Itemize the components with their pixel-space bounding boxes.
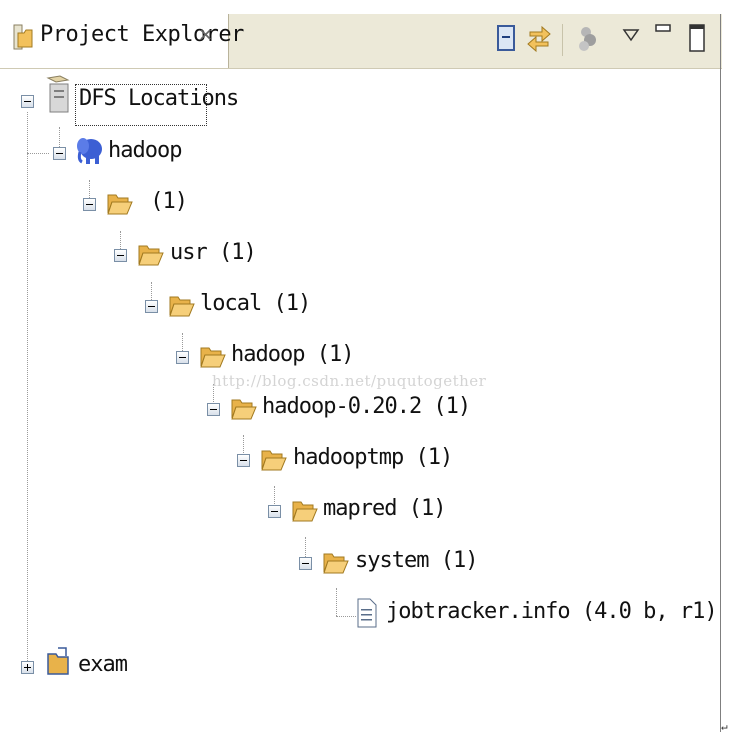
collapse-toggle[interactable] bbox=[83, 198, 96, 211]
corner-mark: ↵ bbox=[721, 720, 728, 733]
file-icon bbox=[357, 598, 377, 628]
project-folder-icon bbox=[47, 647, 69, 675]
watermark-text: http://blog.csdn.net/puqutogether bbox=[212, 372, 487, 390]
folder-open-icon bbox=[292, 501, 318, 522]
collapse-all-icon[interactable] bbox=[492, 22, 522, 54]
tree-item-mapred[interactable]: mapred (1) bbox=[0, 496, 446, 532]
minimize-icon[interactable] bbox=[650, 22, 680, 54]
collapse-toggle[interactable] bbox=[53, 147, 66, 160]
folder-open-icon bbox=[231, 399, 257, 420]
tree-item-jobtracker-info[interactable]: jobtracker.info (4.0 b, r1) bbox=[0, 598, 718, 635]
tree-item-hadoop-version[interactable]: hadoop-0.20.2 (1) bbox=[0, 394, 471, 430]
expand-toggle[interactable] bbox=[21, 661, 34, 674]
folder-open-icon bbox=[107, 194, 133, 215]
tree-item-exam[interactable]: exam bbox=[0, 647, 160, 688]
tree-item-usr[interactable]: usr (1) bbox=[0, 240, 260, 276]
tree-item-root-folder[interactable]: (1) bbox=[0, 189, 200, 225]
tree-label: hadoop bbox=[108, 138, 182, 163]
tree-item-system[interactable]: system (1) bbox=[0, 548, 478, 584]
link-with-editor-icon[interactable] bbox=[524, 22, 554, 54]
folder-open-icon bbox=[200, 347, 226, 368]
tree-label: mapred (1) bbox=[323, 496, 446, 521]
tree-label: local (1) bbox=[200, 291, 311, 316]
close-icon[interactable]: ✕ bbox=[199, 22, 212, 47]
maximize-icon[interactable] bbox=[684, 22, 714, 54]
tree-label: (1) bbox=[138, 189, 188, 214]
view-border bbox=[720, 14, 721, 732]
tree-item-hadoop-server[interactable]: hadoop bbox=[0, 138, 200, 174]
server-icon bbox=[46, 75, 70, 113]
collapse-toggle[interactable] bbox=[207, 403, 220, 416]
tree-label: system (1) bbox=[355, 548, 478, 573]
collapse-toggle[interactable] bbox=[176, 351, 189, 364]
folder-open-icon bbox=[261, 450, 287, 471]
project-explorer-icon bbox=[13, 24, 33, 50]
folder-open-icon bbox=[323, 553, 349, 574]
tree-label: hadoop-0.20.2 (1) bbox=[262, 394, 471, 419]
elephant-icon bbox=[77, 138, 102, 164]
tree-item-hadooptmp[interactable]: hadooptmp (1) bbox=[0, 445, 453, 481]
collapse-toggle[interactable] bbox=[237, 454, 250, 467]
view-title: Project Explorer bbox=[40, 22, 244, 47]
tree-label: exam bbox=[78, 652, 128, 677]
folder-open-icon bbox=[138, 245, 164, 266]
view-menu-icon[interactable] bbox=[618, 22, 648, 54]
folder-open-icon bbox=[169, 296, 195, 317]
collapse-toggle[interactable] bbox=[299, 557, 312, 570]
tree-label: hadoop (1) bbox=[231, 342, 354, 367]
collapse-toggle[interactable] bbox=[145, 300, 158, 313]
view-toolbar: Project Explorer ✕ bbox=[0, 14, 722, 69]
project-explorer-view: Project Explorer ✕ ↵ DFS Locations hadoo… bbox=[0, 0, 738, 740]
collapse-toggle[interactable] bbox=[268, 505, 281, 518]
tree-label: usr (1) bbox=[170, 240, 257, 265]
tab-project-explorer[interactable]: Project Explorer ✕ bbox=[0, 14, 244, 68]
tree-item-local[interactable]: local (1) bbox=[0, 291, 311, 327]
tree-label: hadooptmp (1) bbox=[293, 445, 453, 470]
collapse-toggle[interactable] bbox=[21, 95, 34, 108]
filter-icon[interactable] bbox=[574, 22, 604, 54]
tree-label: DFS Locations bbox=[79, 86, 239, 111]
tree-label: jobtracker.info (4.0 b, r1) bbox=[386, 599, 718, 624]
collapse-toggle[interactable] bbox=[114, 249, 127, 262]
